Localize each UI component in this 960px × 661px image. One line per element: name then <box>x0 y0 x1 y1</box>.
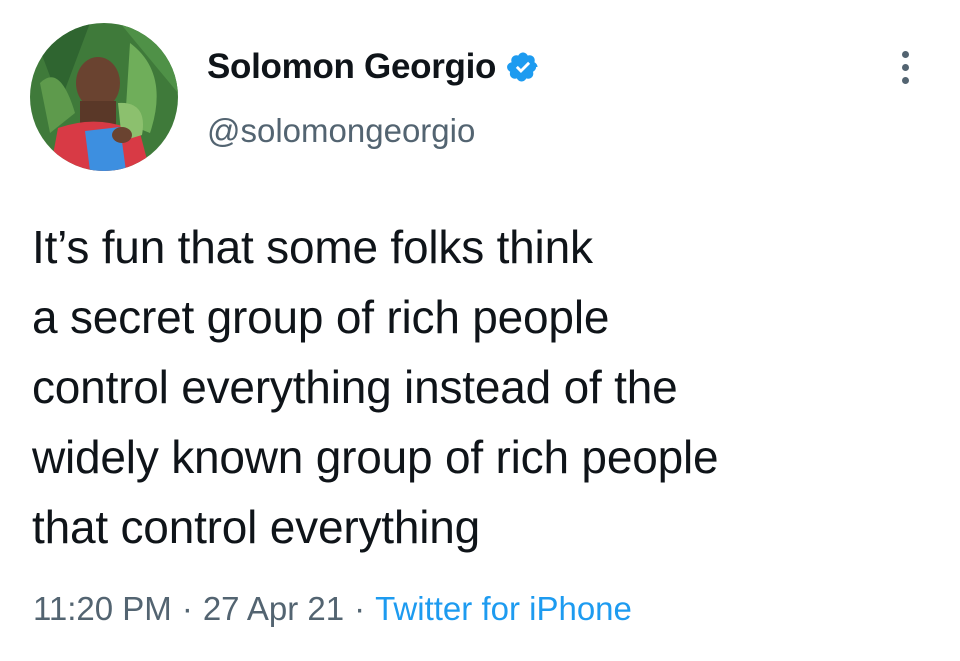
dot <box>901 76 909 84</box>
tweet-date[interactable]: 27 Apr 21 <box>203 590 344 628</box>
author-handle[interactable]: @solomongeorgio <box>207 112 475 150</box>
tweet-text-line: widely known group of rich people <box>32 431 719 483</box>
dot <box>901 63 909 71</box>
tweet-text-line: control everything instead of the <box>32 361 678 413</box>
display-name[interactable]: Solomon Georgio <box>207 47 496 87</box>
author-name-row[interactable]: Solomon Georgio <box>207 44 540 90</box>
tweet-text-line: that control everything <box>32 501 480 553</box>
tweet-text-line: a secret group of rich people <box>32 291 610 343</box>
verified-badge-icon <box>506 50 540 84</box>
more-vertical-icon[interactable] <box>890 44 920 90</box>
avatar-image <box>30 23 178 171</box>
dot <box>901 50 909 58</box>
avatar[interactable] <box>30 23 178 171</box>
tweet-text-line: It’s fun that some folks think <box>32 221 593 273</box>
tweet-meta: 11:20 PM · 27 Apr 21 · Twitter for iPhon… <box>33 590 632 628</box>
tweet-source-link[interactable]: Twitter for iPhone <box>375 590 632 628</box>
meta-separator: · <box>354 590 366 627</box>
tweet-text: It’s fun that some folks think a secret … <box>32 212 942 562</box>
tweet-time[interactable]: 11:20 PM <box>33 590 172 628</box>
tweet-card: Solomon Georgio @solomongeorgio It’s fun… <box>0 0 960 661</box>
meta-separator: · <box>181 590 193 627</box>
